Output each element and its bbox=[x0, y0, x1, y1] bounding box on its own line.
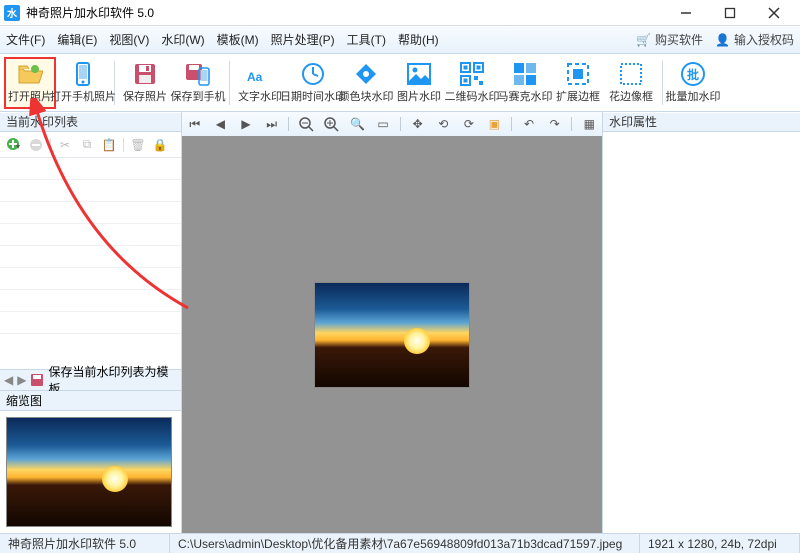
lock-icon[interactable]: 🔒 bbox=[152, 137, 168, 153]
add-icon[interactable]: ▾ bbox=[6, 137, 22, 153]
nav-next-icon[interactable]: ▶ bbox=[237, 115, 255, 133]
pan-icon[interactable]: ✥ bbox=[409, 115, 427, 133]
fit-window-icon[interactable]: ▭ bbox=[374, 115, 392, 133]
lace-frame-button[interactable]: 花边像框 bbox=[605, 57, 657, 109]
svg-text:Aa: Aa bbox=[247, 70, 263, 84]
picture-icon bbox=[405, 61, 433, 87]
nav-prev-icon[interactable]: ◀ bbox=[212, 115, 230, 133]
menu-view[interactable]: 视图(V) bbox=[109, 31, 149, 48]
text-watermark-button[interactable]: Aa 文字水印 bbox=[234, 57, 286, 109]
diamond-icon bbox=[352, 61, 380, 87]
buy-link[interactable]: 🛒购买软件 bbox=[636, 31, 703, 48]
zoom-out-icon[interactable] bbox=[297, 115, 315, 133]
open-phone-button[interactable]: 打开手机照片 bbox=[57, 57, 109, 109]
main-toolbar: 打开照片 打开手机照片 保存照片 保存到手机 Aa 文字水印 日期时间水印 颜色… bbox=[0, 54, 800, 112]
titlebar: 水 神奇照片加水印软件 5.0 bbox=[0, 0, 800, 26]
maximize-button[interactable] bbox=[708, 1, 752, 25]
menu-help[interactable]: 帮助(H) bbox=[398, 31, 439, 48]
watermark-toolbar: ▾ ✂ ⧉ 📋 🗑 🔒 bbox=[0, 132, 181, 158]
floppy-phone-icon bbox=[184, 61, 212, 87]
left-panel: 当前水印列表 ▾ ✂ ⧉ 📋 🗑 🔒 ◀ ▶ 保存当前水印列表为模板 缩览图 bbox=[0, 112, 182, 533]
paste-icon[interactable]: 📋 bbox=[101, 137, 117, 153]
rotate-right-icon[interactable]: ⟳ bbox=[460, 115, 478, 133]
folder-open-icon bbox=[16, 61, 44, 87]
zoom-in-icon[interactable] bbox=[323, 115, 341, 133]
canvas[interactable] bbox=[182, 136, 602, 533]
copy-icon[interactable]: ⧉ bbox=[79, 137, 95, 153]
cart-icon: 🛒 bbox=[636, 33, 651, 47]
watermark-list[interactable] bbox=[0, 158, 181, 369]
thumbnail-header: 缩览图 bbox=[0, 391, 181, 411]
save-phone-button[interactable]: 保存到手机 bbox=[172, 57, 224, 109]
canvas-image[interactable] bbox=[314, 282, 470, 388]
nav-first-icon[interactable]: ⏮ bbox=[186, 115, 204, 133]
qr-watermark-button[interactable]: 二维码水印 bbox=[446, 57, 498, 109]
grid-icon[interactable]: ▦ bbox=[580, 115, 598, 133]
undo-icon[interactable]: ↶ bbox=[520, 115, 538, 133]
watermark-list-header: 当前水印列表 bbox=[0, 112, 181, 132]
status-path: C:\Users\admin\Desktop\优化备用素材\7a67e56948… bbox=[170, 534, 640, 553]
remove-icon[interactable] bbox=[28, 137, 44, 153]
delete-icon[interactable]: 🗑 bbox=[130, 137, 146, 153]
menu-photo[interactable]: 照片处理(P) bbox=[271, 31, 335, 48]
cut-icon[interactable]: ✂ bbox=[57, 137, 73, 153]
close-button[interactable] bbox=[752, 1, 796, 25]
save-photo-button[interactable]: 保存照片 bbox=[119, 57, 171, 109]
color-watermark-button[interactable]: 颜色块水印 bbox=[340, 57, 392, 109]
mosaic-watermark-button[interactable]: 马赛克水印 bbox=[499, 57, 551, 109]
chevron-left-icon[interactable]: ◀ bbox=[4, 373, 13, 387]
menu-watermark[interactable]: 水印(W) bbox=[161, 31, 204, 48]
app-icon: 水 bbox=[4, 5, 20, 21]
properties-header: 水印属性 bbox=[603, 112, 800, 132]
menu-file[interactable]: 文件(F) bbox=[6, 31, 45, 48]
minimize-button[interactable] bbox=[664, 1, 708, 25]
clock-icon bbox=[299, 61, 327, 87]
date-watermark-button[interactable]: 日期时间水印 bbox=[287, 57, 339, 109]
canvas-toolbar: ⏮ ◀ ▶ ⏭ 🔍 ▭ ✥ ⟲ ⟳ ▣ ↶ ↷ ▦ bbox=[182, 112, 602, 136]
redo-icon[interactable]: ↷ bbox=[546, 115, 564, 133]
floppy-icon bbox=[131, 61, 159, 87]
rotate-left-icon[interactable]: ⟲ bbox=[434, 115, 452, 133]
menu-edit[interactable]: 编辑(E) bbox=[57, 31, 97, 48]
save-template-icon[interactable] bbox=[30, 373, 44, 387]
save-template-row: ◀ ▶ 保存当前水印列表为模板 bbox=[0, 369, 181, 391]
status-app: 神奇照片加水印软件 5.0 bbox=[0, 534, 170, 553]
menu-tool[interactable]: 工具(T) bbox=[347, 31, 386, 48]
auth-link[interactable]: 👤输入授权码 bbox=[715, 31, 794, 48]
canvas-area: ⏮ ◀ ▶ ⏭ 🔍 ▭ ✥ ⟲ ⟳ ▣ ↶ ↷ ▦ bbox=[182, 112, 602, 533]
menu-template[interactable]: 模板(M) bbox=[217, 31, 259, 48]
crop-icon[interactable]: ▣ bbox=[486, 115, 504, 133]
nav-last-icon[interactable]: ⏭ bbox=[263, 115, 281, 133]
menubar: 文件(F) 编辑(E) 视图(V) 水印(W) 模板(M) 照片处理(P) 工具… bbox=[0, 26, 800, 54]
svg-text:批: 批 bbox=[687, 67, 699, 82]
qr-icon bbox=[458, 61, 486, 87]
image-watermark-button[interactable]: 图片水印 bbox=[393, 57, 445, 109]
zoom-actual-icon[interactable]: 🔍 bbox=[349, 115, 367, 133]
extend-icon bbox=[564, 61, 592, 87]
open-photo-button[interactable]: 打开照片 bbox=[4, 57, 56, 109]
text-icon: Aa bbox=[246, 61, 274, 87]
mosaic-icon bbox=[511, 61, 539, 87]
thumbnail-image[interactable] bbox=[6, 417, 172, 527]
status-bar: 神奇照片加水印软件 5.0 C:\Users\admin\Desktop\优化备… bbox=[0, 533, 800, 553]
thumbnail-area bbox=[0, 411, 181, 533]
lace-icon bbox=[617, 61, 645, 87]
batch-icon: 批 bbox=[679, 61, 707, 87]
status-info: 1921 x 1280, 24b, 72dpi bbox=[640, 534, 800, 553]
user-icon: 👤 bbox=[715, 33, 730, 47]
extend-border-button[interactable]: 扩展边框 bbox=[552, 57, 604, 109]
window-title: 神奇照片加水印软件 5.0 bbox=[26, 4, 664, 21]
right-panel: 水印属性 bbox=[602, 112, 800, 533]
phone-icon bbox=[69, 61, 97, 87]
chevron-right-icon[interactable]: ▶ bbox=[17, 373, 26, 387]
batch-watermark-button[interactable]: 批 批量加水印 bbox=[667, 57, 719, 109]
